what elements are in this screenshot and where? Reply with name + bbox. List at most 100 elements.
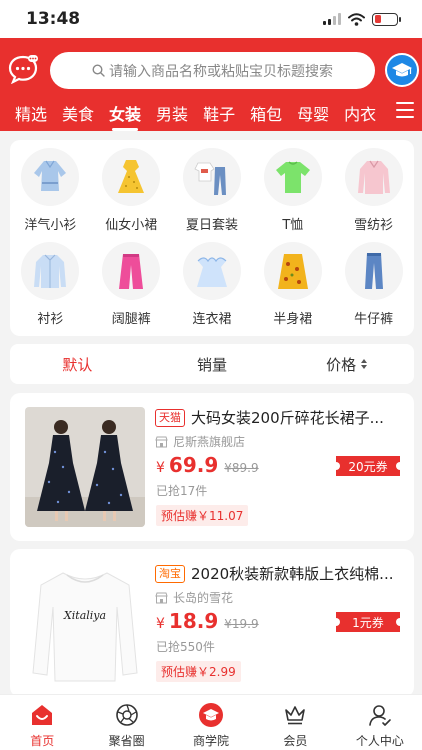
currency-symbol: ¥	[156, 460, 165, 476]
product-card[interactable]: 天猫 大码女装200斤碎花长裙子... 尼斯燕旗舰店 ¥ 69.9 ¥89.9 …	[10, 393, 414, 541]
tab-academy[interactable]: 商学院	[169, 695, 253, 750]
crown-icon	[282, 702, 308, 728]
user-icon	[367, 702, 393, 728]
blouse-icon	[21, 148, 80, 206]
subcategory-item[interactable]: 仙女小裙	[91, 148, 172, 240]
original-price: ¥19.9	[224, 617, 259, 631]
search-placeholder: 请输入商品名称或粘贴宝贝标题搜索	[109, 63, 333, 80]
sort-bar: 默认 销量 价格	[10, 344, 414, 384]
subcategory-label: T恤	[282, 218, 304, 233]
tab-label: 聚省圈	[108, 734, 145, 748]
tab-jushengquan[interactable]: 聚省圈	[84, 695, 168, 750]
subcategory-label: 阔腿裤	[111, 312, 151, 327]
current-price: 69.9	[168, 453, 219, 477]
shop-name: 长岛的雪花	[173, 591, 234, 605]
coupon-badge[interactable]: 20元券	[332, 456, 404, 476]
subcategory-item[interactable]: 阔腿裤	[91, 242, 172, 334]
status-bar: 13:48	[0, 0, 422, 38]
summer-set-icon	[182, 148, 241, 206]
product-image: Xitaliya	[25, 563, 145, 683]
sold-count: 已抢17件	[156, 484, 208, 498]
subcategory-item[interactable]: 牛仔裤	[333, 242, 414, 334]
subcategory-item[interactable]: 雪纺衫	[333, 148, 414, 240]
category-tabs: 精选 美食 女装 男装 鞋子 箱包 母婴 内衣	[0, 98, 422, 131]
skirt-icon	[263, 242, 322, 300]
aperture-icon	[114, 702, 140, 728]
sort-default-label: 默认	[62, 355, 93, 374]
tab-bags[interactable]: 箱包	[250, 101, 282, 125]
message-button[interactable]	[8, 54, 38, 85]
subcategory-item[interactable]: 衬衫	[10, 242, 91, 334]
subcategory-item[interactable]: 连衣裙	[172, 242, 253, 334]
bottom-tab-bar: 首页 聚省圈 商学院 会员 个人中心	[0, 694, 422, 750]
academy-button[interactable]	[385, 53, 419, 87]
tab-jingxuan[interactable]: 精选	[15, 101, 47, 125]
product-title: 大码女装200斤碎花长裙子...	[191, 409, 384, 427]
tab-profile[interactable]: 个人中心	[338, 695, 422, 750]
chat-bubble-icon	[8, 55, 38, 85]
header: 请输入商品名称或粘贴宝贝标题搜索 精选 美食 女装 男装 鞋子 箱包 母婴 内衣	[0, 38, 422, 131]
price-row: ¥ 18.9 ¥19.9	[156, 609, 259, 633]
tab-label: 商学院	[193, 734, 230, 748]
tab-label: 首页	[30, 734, 55, 748]
sold-count: 已抢550件	[156, 640, 215, 654]
product-image	[25, 407, 145, 527]
subcategory-label: 雪纺衫	[354, 218, 394, 233]
search-input[interactable]: 请输入商品名称或粘贴宝贝标题搜索	[50, 52, 375, 89]
sort-price[interactable]: 价格	[279, 354, 414, 375]
yellow-dress-icon	[102, 148, 161, 206]
tab-underwear[interactable]: 内衣	[344, 101, 376, 125]
coupon-badge[interactable]: 1元券	[332, 612, 404, 632]
subcategory-label: 夏日套装	[185, 218, 238, 233]
graduation-cap-icon	[392, 63, 412, 77]
tab-label: 会员	[283, 734, 308, 748]
product-title-row: 淘宝 2020秋装新款韩版上衣纯棉...	[155, 563, 404, 584]
academy-icon	[198, 702, 224, 728]
shop-name: 尼斯燕旗舰店	[173, 435, 246, 449]
subcategory-item[interactable]: 半身裙	[252, 242, 333, 334]
subcategory-grid: 洋气小衫 仙女小裙 夏日套装 T恤 雪纺衫 衬衫 阔腿裤 连衣裙 半身裙 牛仔裤	[10, 140, 414, 336]
tab-baby[interactable]: 母婴	[297, 101, 329, 125]
signal-icon	[323, 13, 341, 25]
tab-mens[interactable]: 男装	[156, 101, 188, 125]
estimated-earn: 预估赚￥11.07	[156, 505, 249, 526]
shop-info: 长岛的雪花	[155, 589, 233, 606]
price-row: ¥ 69.9 ¥89.9	[156, 453, 259, 477]
tab-shoes[interactable]: 鞋子	[203, 101, 235, 125]
subcategory-label: 仙女小裙	[105, 218, 158, 233]
platform-badge: 天猫	[155, 408, 185, 427]
status-icons	[323, 12, 401, 26]
menu-icon[interactable]	[396, 102, 414, 118]
subcategory-item[interactable]: 夏日套装	[172, 148, 253, 240]
sort-sales-label: 销量	[197, 355, 228, 374]
tshirt-icon	[263, 148, 322, 206]
tab-label: 个人中心	[355, 734, 404, 748]
shirt-print-text: Xitaliya	[63, 609, 106, 622]
tab-food[interactable]: 美食	[62, 101, 94, 125]
product-card[interactable]: Xitaliya 淘宝 2020秋装新款韩版上衣纯棉... 长岛的雪花 ¥ 18…	[10, 549, 414, 697]
tab-home[interactable]: 首页	[0, 695, 84, 750]
sort-sales[interactable]: 销量	[145, 354, 280, 375]
dress-icon	[182, 242, 241, 300]
tab-womens[interactable]: 女装	[109, 101, 141, 131]
subcategory-label: 牛仔裤	[354, 312, 394, 327]
subcategory-label: 连衣裙	[192, 312, 232, 327]
status-time: 13:48	[26, 9, 81, 29]
search-icon	[92, 64, 105, 77]
subcategory-item[interactable]: T恤	[252, 148, 333, 240]
wide-pants-icon	[102, 242, 161, 300]
jeans-icon	[344, 242, 403, 300]
subcategory-item[interactable]: 洋气小衫	[10, 148, 91, 240]
platform-badge: 淘宝	[155, 564, 185, 583]
subcategory-label: 衬衫	[37, 312, 64, 327]
battery-icon	[372, 12, 401, 26]
sort-default[interactable]: 默认	[10, 354, 145, 375]
product-title-row: 天猫 大码女装200斤碎花长裙子...	[155, 407, 404, 428]
wifi-icon	[348, 12, 365, 26]
currency-symbol: ¥	[156, 616, 165, 632]
home-icon	[29, 702, 55, 728]
product-title: 2020秋装新款韩版上衣纯棉...	[191, 565, 394, 583]
original-price: ¥89.9	[224, 461, 259, 475]
current-price: 18.9	[168, 609, 219, 633]
tab-member[interactable]: 会员	[253, 695, 337, 750]
